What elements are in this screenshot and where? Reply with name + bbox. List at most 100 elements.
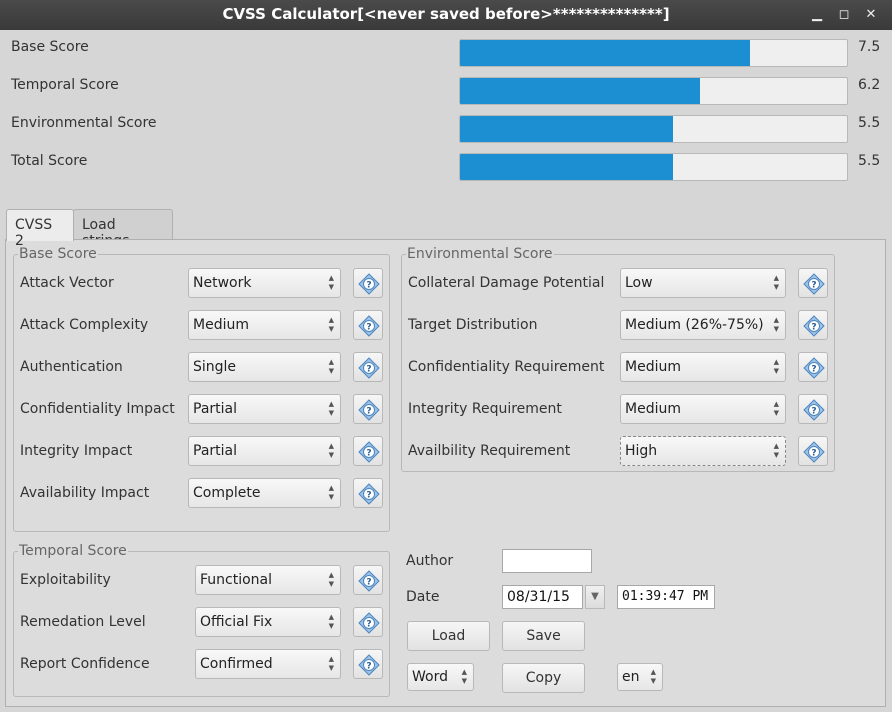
svg-text:?: ? — [366, 491, 371, 501]
date-picker-button[interactable]: ▼ — [585, 585, 605, 609]
help-icon: ? — [358, 357, 380, 379]
authentication-help-button[interactable]: ? — [353, 352, 383, 382]
environmental-score-label: Environmental Score — [11, 115, 157, 131]
svg-text:?: ? — [366, 620, 371, 630]
spinner-arrows-icon: ▲ ▼ — [773, 316, 779, 333]
window-title: CVSS Calculator[<never saved before>****… — [222, 5, 670, 23]
attack-vector-value: Network — [193, 275, 252, 291]
save-button[interactable]: Save — [502, 621, 585, 651]
availability-requirement-select[interactable]: High ▲ ▼ — [620, 436, 786, 466]
attack-vector-select[interactable]: Network ▲ ▼ — [188, 268, 341, 298]
remediation-level-value: Official Fix — [200, 614, 273, 630]
help-icon: ? — [803, 315, 825, 337]
base-score-bar — [459, 39, 848, 67]
help-icon: ? — [803, 357, 825, 379]
exploitability-help-button[interactable]: ? — [353, 565, 383, 595]
spinner-arrows-icon: ▲ ▼ — [328, 400, 334, 417]
integrity-requirement-select[interactable]: Medium ▲ ▼ — [620, 394, 786, 424]
time-field[interactable]: 01:39:47 PM — [617, 585, 715, 609]
help-icon: ? — [358, 654, 380, 676]
availability-impact-value: Complete — [193, 485, 261, 501]
tab-cvss2[interactable]: CVSS 2 — [6, 209, 74, 249]
close-icon[interactable]: ✕ — [862, 6, 880, 24]
remediation-level-help-button[interactable]: ? — [353, 607, 383, 637]
report-confidence-label: Report Confidence — [20, 656, 150, 672]
svg-text:?: ? — [366, 281, 371, 291]
language-select[interactable]: en ▲ ▼ — [617, 663, 663, 691]
report-confidence-help-button[interactable]: ? — [353, 649, 383, 679]
attack-vector-help-button[interactable]: ? — [353, 268, 383, 298]
load-button[interactable]: Load — [407, 621, 490, 651]
svg-text:?: ? — [811, 365, 816, 375]
help-icon: ? — [358, 315, 380, 337]
integrity-impact-select[interactable]: Partial ▲ ▼ — [188, 436, 341, 466]
svg-text:?: ? — [811, 449, 816, 459]
remediation-level-select[interactable]: Official Fix ▲ ▼ — [195, 607, 341, 637]
help-icon: ? — [358, 273, 380, 295]
help-icon: ? — [803, 399, 825, 421]
spinner-arrows-icon: ▲ ▼ — [328, 358, 334, 375]
total-score-value: 5.5 — [858, 153, 881, 169]
spinner-arrows-icon: ▲ ▼ — [328, 484, 334, 501]
minimize-icon[interactable]: ▁ — [808, 6, 826, 24]
exploitability-select[interactable]: Functional ▲ ▼ — [195, 565, 341, 595]
format-select[interactable]: Word ▲ ▼ — [407, 663, 474, 691]
attack-complexity-help-button[interactable]: ? — [353, 310, 383, 340]
availability-impact-help-button[interactable]: ? — [353, 478, 383, 508]
svg-text:?: ? — [811, 281, 816, 291]
author-label: Author — [406, 553, 454, 569]
availability-requirement-help-button[interactable]: ? — [798, 436, 828, 466]
total-score-label: Total Score — [11, 153, 88, 169]
availability-impact-select[interactable]: Complete ▲ ▼ — [188, 478, 341, 508]
svg-text:?: ? — [366, 407, 371, 417]
confidentiality-requirement-help-button[interactable]: ? — [798, 352, 828, 382]
tab-load-strings[interactable]: Load strings — [73, 209, 173, 249]
environmental-score-group-title: Environmental Score — [406, 246, 554, 262]
copy-button[interactable]: Copy — [502, 663, 585, 693]
temporal-score-bar-fill — [460, 78, 700, 104]
help-icon: ? — [358, 612, 380, 634]
attack-vector-label: Attack Vector — [20, 275, 114, 291]
maximize-icon[interactable]: ◻ — [835, 6, 853, 24]
language-value: en — [622, 669, 640, 685]
integrity-requirement-value: Medium — [625, 401, 681, 417]
spinner-arrows-icon: ▲ ▼ — [461, 668, 467, 685]
report-confidence-value: Confirmed — [200, 656, 273, 672]
target-distribution-select[interactable]: Medium (26%-75%) ▲ ▼ — [620, 310, 786, 340]
base-score-label: Base Score — [11, 39, 89, 55]
confidentiality-impact-select[interactable]: Partial ▲ ▼ — [188, 394, 341, 424]
target-distribution-help-button[interactable]: ? — [798, 310, 828, 340]
temporal-score-value: 6.2 — [858, 77, 881, 93]
exploitability-label: Exploitability — [20, 572, 111, 588]
spinner-arrows-icon: ▲ ▼ — [773, 274, 779, 291]
confidentiality-requirement-label: Confidentiality Requirement — [408, 359, 605, 375]
report-confidence-select[interactable]: Confirmed ▲ ▼ — [195, 649, 341, 679]
environmental-score-value: 5.5 — [858, 115, 881, 131]
svg-text:?: ? — [366, 449, 371, 459]
attack-complexity-select[interactable]: Medium ▲ ▼ — [188, 310, 341, 340]
format-value: Word — [412, 669, 448, 685]
integrity-requirement-help-button[interactable]: ? — [798, 394, 828, 424]
temporal-score-bar — [459, 77, 848, 105]
spinner-arrows-icon: ▲ ▼ — [328, 571, 334, 588]
collateral-damage-select[interactable]: Low ▲ ▼ — [620, 268, 786, 298]
remediation-level-label: Remedation Level — [20, 614, 146, 630]
attack-complexity-label: Attack Complexity — [20, 317, 149, 333]
spinner-arrows-icon: ▲ ▼ — [328, 655, 334, 672]
authentication-select[interactable]: Single ▲ ▼ — [188, 352, 341, 382]
date-field[interactable]: 08/31/15 — [502, 585, 583, 609]
svg-text:?: ? — [366, 662, 371, 672]
total-score-bar-fill — [460, 154, 673, 180]
author-field[interactable] — [502, 549, 592, 573]
integrity-impact-help-button[interactable]: ? — [353, 436, 383, 466]
confidentiality-impact-help-button[interactable]: ? — [353, 394, 383, 424]
environmental-score-bar-fill — [460, 116, 673, 142]
confidentiality-requirement-select[interactable]: Medium ▲ ▼ — [620, 352, 786, 382]
help-icon: ? — [358, 441, 380, 463]
availability-impact-label: Availability Impact — [20, 485, 150, 501]
collateral-damage-help-button[interactable]: ? — [798, 268, 828, 298]
spinner-arrows-icon: ▲ ▼ — [773, 442, 779, 459]
svg-text:?: ? — [366, 323, 371, 333]
title-bar: CVSS Calculator[<never saved before>****… — [0, 0, 892, 30]
spinner-arrows-icon: ▲ ▼ — [328, 613, 334, 630]
